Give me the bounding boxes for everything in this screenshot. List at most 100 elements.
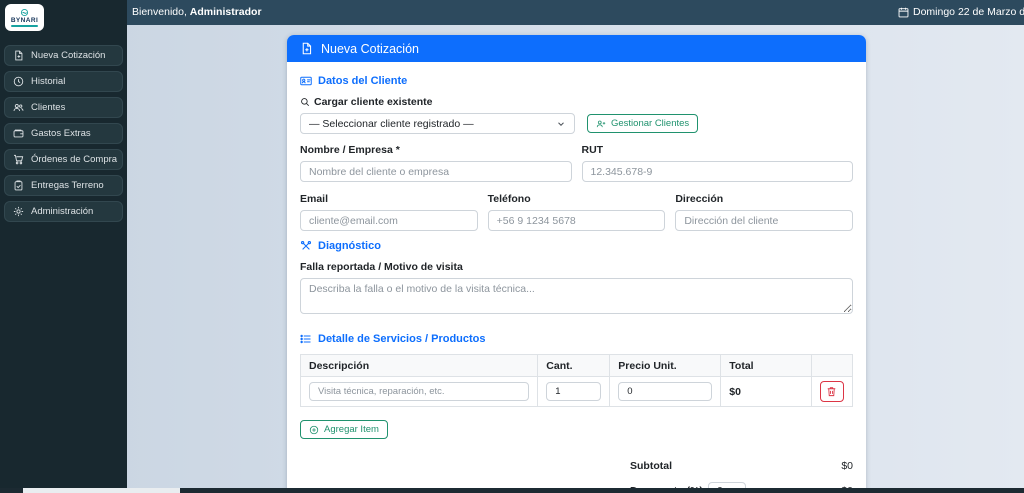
- topbar-date: Domingo 22 de Marzo de 2020: [898, 6, 1024, 18]
- client-select-row: — Seleccionar cliente registrado — Gesti…: [300, 113, 853, 134]
- sidebar: BYNARI Nueva Cotización Historial Client…: [0, 0, 127, 493]
- delete-item-button[interactable]: [820, 381, 844, 402]
- col-total: Total: [721, 355, 812, 377]
- plus-circle-icon: [309, 425, 319, 435]
- cart-icon: [13, 154, 24, 165]
- col-description: Descripción: [301, 355, 538, 377]
- failure-textarea[interactable]: [300, 278, 853, 314]
- load-client-label-text: Cargar cliente existente: [314, 96, 432, 108]
- date-text: Domingo 22 de Marzo de 2020: [913, 6, 1024, 18]
- item-row: $0: [301, 377, 853, 407]
- items-section-title: Detalle de Servicios / Productos: [318, 333, 486, 345]
- clipboard-check-icon: [13, 180, 24, 191]
- card-title: Nueva Cotización: [321, 42, 419, 56]
- sidebar-item-label: Entregas Terreno: [31, 180, 104, 191]
- new-quote-card: Nueva Cotización Datos del Cliente Carga…: [287, 35, 866, 493]
- subtotal-row: Subtotal $0: [630, 455, 853, 477]
- address-field-group: Dirección: [675, 193, 853, 231]
- manage-clients-button[interactable]: Gestionar Clientes: [587, 114, 698, 133]
- sidebar-item-entregas-terreno[interactable]: Entregas Terreno: [4, 175, 123, 196]
- address-label: Dirección: [675, 193, 853, 205]
- phone-field-group: Teléfono: [488, 193, 666, 231]
- rut-input[interactable]: [582, 161, 854, 182]
- item-description-cell: [301, 377, 538, 407]
- phone-input[interactable]: [488, 210, 666, 231]
- manage-clients-label: Gestionar Clientes: [611, 118, 689, 129]
- horizontal-scrollbar-thumb[interactable]: [23, 488, 180, 493]
- item-qty-input[interactable]: [546, 382, 601, 401]
- users-icon: [13, 102, 24, 113]
- calendar-icon: [898, 7, 909, 18]
- brand-name: BYNARI: [11, 18, 38, 25]
- col-actions: [811, 355, 852, 377]
- failure-label: Falla reportada / Motivo de visita: [300, 261, 853, 273]
- item-qty-cell: [538, 377, 610, 407]
- sidebar-nav: Nueva Cotización Historial Clientes Gast…: [0, 45, 127, 222]
- clock-icon: [13, 76, 24, 87]
- client-fields-row1: Nombre / Empresa * RUT: [300, 144, 853, 182]
- file-plus-icon: [300, 42, 313, 55]
- id-card-icon: [300, 75, 312, 87]
- sidebar-item-label: Nueva Cotización: [31, 50, 105, 61]
- item-price-cell: [610, 377, 721, 407]
- sidebar-item-label: Órdenes de Compra: [31, 154, 117, 165]
- topbar: Bienvenido, Administrador Domingo 22 de …: [127, 0, 1024, 25]
- wallet-icon: [13, 128, 24, 139]
- items-section-heading: Detalle de Servicios / Productos: [300, 333, 853, 345]
- client-select[interactable]: — Seleccionar cliente registrado —: [300, 113, 575, 134]
- load-client-label: Cargar cliente existente: [300, 96, 853, 108]
- sidebar-item-label: Historial: [31, 76, 65, 87]
- item-actions-cell: [811, 377, 852, 407]
- email-field-group: Email: [300, 193, 478, 231]
- item-total: $0: [721, 377, 812, 407]
- email-input[interactable]: [300, 210, 478, 231]
- client-section-title: Datos del Cliente: [318, 75, 407, 87]
- client-fields-row2: Email Teléfono Dirección: [300, 193, 853, 231]
- col-unit-price: Precio Unit.: [610, 355, 721, 377]
- person-plus-icon: [596, 119, 606, 129]
- sidebar-item-administracion[interactable]: Administración: [4, 201, 123, 222]
- sidebar-item-label: Administración: [31, 206, 93, 217]
- subtotal-label: Subtotal: [630, 460, 672, 472]
- item-description-input[interactable]: [309, 382, 529, 401]
- name-input[interactable]: [300, 161, 572, 182]
- email-label: Email: [300, 193, 478, 205]
- subtotal-value: $0: [841, 460, 853, 472]
- diagnosis-section-heading: Diagnóstico: [300, 240, 853, 252]
- card-header: Nueva Cotización: [287, 35, 866, 62]
- client-section-heading: Datos del Cliente: [300, 75, 853, 87]
- brand-logo-icon: [20, 8, 29, 17]
- chevron-down-icon: [556, 119, 566, 129]
- sidebar-item-ordenes-de-compra[interactable]: Órdenes de Compra: [4, 149, 123, 170]
- sidebar-item-gastos-extras[interactable]: Gastos Extras: [4, 123, 123, 144]
- rut-label: RUT: [582, 144, 854, 156]
- username: Administrador: [190, 6, 262, 18]
- welcome-message: Bienvenido, Administrador: [132, 6, 262, 18]
- add-item-label: Agregar Item: [324, 424, 379, 435]
- item-price-input[interactable]: [618, 382, 712, 401]
- search-icon: [300, 97, 310, 107]
- sidebar-item-clientes[interactable]: Clientes: [4, 97, 123, 118]
- brand-logo[interactable]: BYNARI: [5, 4, 44, 31]
- add-item-button[interactable]: Agregar Item: [300, 420, 388, 439]
- sidebar-item-historial[interactable]: Historial: [4, 71, 123, 92]
- name-label: Nombre / Empresa *: [300, 144, 572, 156]
- rut-field-group: RUT: [582, 144, 854, 182]
- diagnosis-section-title: Diagnóstico: [318, 240, 381, 252]
- items-table: Descripción Cant. Precio Unit. Total: [300, 354, 853, 407]
- sidebar-item-nueva-cotizacion[interactable]: Nueva Cotización: [4, 45, 123, 66]
- horizontal-scrollbar[interactable]: [0, 488, 1024, 493]
- name-field-group: Nombre / Empresa *: [300, 144, 572, 182]
- client-select-value: — Seleccionar cliente registrado —: [309, 118, 474, 130]
- brand-tagline-bar: [11, 25, 38, 27]
- sidebar-item-label: Clientes: [31, 102, 65, 113]
- card-body: Datos del Cliente Cargar cliente existen…: [287, 62, 866, 493]
- list-icon: [300, 333, 312, 345]
- file-plus-icon: [13, 50, 24, 61]
- tools-icon: [300, 240, 312, 252]
- col-qty: Cant.: [538, 355, 610, 377]
- items-table-header-row: Descripción Cant. Precio Unit. Total: [301, 355, 853, 377]
- address-input[interactable]: [675, 210, 853, 231]
- welcome-prefix: Bienvenido,: [132, 6, 190, 18]
- phone-label: Teléfono: [488, 193, 666, 205]
